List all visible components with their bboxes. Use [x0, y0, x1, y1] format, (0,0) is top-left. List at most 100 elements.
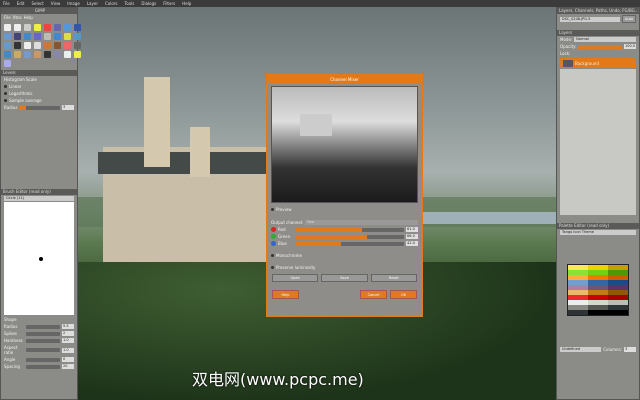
menu-help[interactable]: Help [182, 1, 191, 6]
tool-icon[interactable] [34, 33, 41, 40]
columns-spin[interactable]: 3 [624, 347, 636, 352]
menu-edit[interactable]: Edit [17, 1, 25, 6]
tool-icon[interactable] [54, 24, 61, 31]
channel-spin[interactable]: 42.0 [406, 241, 418, 246]
tool-icon[interactable] [44, 42, 51, 49]
tool-icon[interactable] [54, 33, 61, 40]
toolbox-menu-help[interactable]: Help [24, 15, 33, 20]
menu-select[interactable]: Select [31, 1, 43, 6]
menu-image[interactable]: Image [67, 1, 80, 6]
reset-button[interactable]: Reset [370, 274, 417, 282]
radius-spin[interactable]: 3 [62, 105, 74, 110]
ok-button[interactable]: OK [390, 290, 417, 299]
layer-row-background[interactable]: Background [560, 58, 636, 68]
tool-icon[interactable] [4, 42, 11, 49]
left-dock: GIMP File Xtns Help Levels Histogram Scale… [0, 7, 81, 400]
menu-view[interactable]: View [51, 1, 61, 6]
tool-icon[interactable] [74, 33, 81, 40]
tool-icon[interactable] [24, 51, 31, 58]
tool-icon[interactable] [54, 42, 61, 49]
menu-layer[interactable]: Layer [87, 1, 98, 6]
opacity-spin[interactable]: 100.0 [624, 44, 636, 49]
param-slider[interactable] [26, 331, 60, 336]
tool-icon[interactable] [4, 51, 11, 58]
save-button[interactable]: Save [321, 274, 368, 282]
tool-icon[interactable] [4, 24, 11, 31]
cancel-button[interactable]: Cancel [360, 290, 387, 299]
dock-tabs[interactable]: Layers, Channels, Paths, Undo, FG/BG... [557, 8, 639, 14]
brush-editor-title: Brush Editor (read only) [1, 189, 77, 195]
menu-filters[interactable]: Filters [163, 1, 175, 6]
param-slider[interactable] [26, 348, 60, 352]
tool-icon[interactable] [64, 24, 71, 31]
param-spin[interactable]: 1.0 [62, 347, 74, 353]
logarithmic-radio[interactable]: Logarithmic [1, 90, 77, 97]
tool-icon[interactable] [24, 42, 31, 49]
channel-slider[interactable] [296, 234, 404, 239]
menu-file[interactable]: File [3, 1, 10, 6]
mode-select[interactable]: Normal [574, 37, 636, 42]
tool-icon[interactable] [24, 33, 31, 40]
output-channel-select[interactable]: Red [305, 220, 418, 225]
tool-icon[interactable] [14, 24, 21, 31]
tool-icon[interactable] [44, 24, 51, 31]
channel-slider[interactable] [296, 241, 404, 246]
sample-average-checkbox[interactable]: Sample average [1, 97, 77, 104]
tool-icon[interactable] [64, 51, 71, 58]
preserve-luminosity-checkbox[interactable]: Preserve luminosity [268, 264, 421, 271]
tool-icon[interactable] [14, 51, 21, 58]
preview-checkbox[interactable]: Preview [268, 206, 421, 213]
tool-icon[interactable] [4, 33, 11, 40]
toolbox-menu-xtns[interactable]: Xtns [13, 15, 22, 20]
param-spin[interactable]: 5.5 [62, 324, 74, 329]
tool-icon[interactable] [24, 24, 31, 31]
monochrome-checkbox[interactable]: Monochrome [268, 252, 421, 259]
param-spin[interactable]: 1.0 [62, 338, 74, 343]
open-button[interactable]: Open [272, 274, 319, 282]
tool-icon[interactable] [34, 42, 41, 49]
help-button[interactable]: Help [272, 290, 299, 299]
param-slider[interactable] [26, 324, 60, 329]
brush-name[interactable]: Circle (11) [4, 196, 74, 201]
tool-icon[interactable] [44, 33, 51, 40]
param-spin[interactable]: 2 [62, 331, 74, 336]
tool-icon[interactable] [54, 51, 61, 58]
param-spin[interactable]: 0 [62, 357, 74, 362]
channel-slider[interactable] [296, 227, 404, 232]
palette-name[interactable]: Tango Icon Theme [560, 230, 636, 235]
tool-icon[interactable] [64, 33, 71, 40]
param-slider[interactable] [26, 364, 60, 369]
tool-icon[interactable] [74, 24, 81, 31]
image-select[interactable]: DSC_0248.JPG-5 [560, 16, 620, 22]
color-name-field[interactable]: Undefined [560, 347, 602, 352]
tool-icon[interactable] [34, 24, 41, 31]
channel-spin[interactable]: 61.0 [406, 227, 418, 232]
tool-icon[interactable] [4, 60, 11, 67]
menu-colors[interactable]: Colors [105, 1, 118, 6]
toolbox-menu-file[interactable]: File [4, 15, 11, 20]
menu-dialogs[interactable]: Dialogs [141, 1, 156, 6]
brush-param-row: Hardness 1.0 [1, 337, 77, 344]
opacity-slider[interactable] [578, 44, 622, 49]
param-slider[interactable] [26, 357, 60, 362]
tool-icon[interactable] [14, 42, 21, 49]
tool-icon[interactable] [14, 33, 21, 40]
palette-swatch[interactable] [608, 310, 628, 315]
tool-grid [1, 21, 81, 70]
palette-swatch[interactable] [568, 310, 588, 315]
channel-label: Red [278, 227, 286, 232]
tool-icon[interactable] [64, 42, 71, 49]
tool-icon[interactable] [44, 51, 51, 58]
tool-icon[interactable] [74, 51, 81, 58]
tool-icon[interactable] [34, 51, 41, 58]
param-label: Spikes [4, 331, 17, 336]
auto-button[interactable]: Auto [622, 15, 636, 23]
palette-swatch[interactable] [588, 310, 608, 315]
linear-radio[interactable]: Linear [1, 83, 77, 90]
channel-spin[interactable]: 66.0 [406, 234, 418, 239]
menu-tools[interactable]: Tools [125, 1, 135, 6]
param-spin[interactable]: 20 [62, 364, 74, 369]
tool-icon[interactable] [74, 42, 81, 49]
param-slider[interactable] [26, 338, 60, 343]
radius-slider[interactable] [19, 105, 60, 110]
